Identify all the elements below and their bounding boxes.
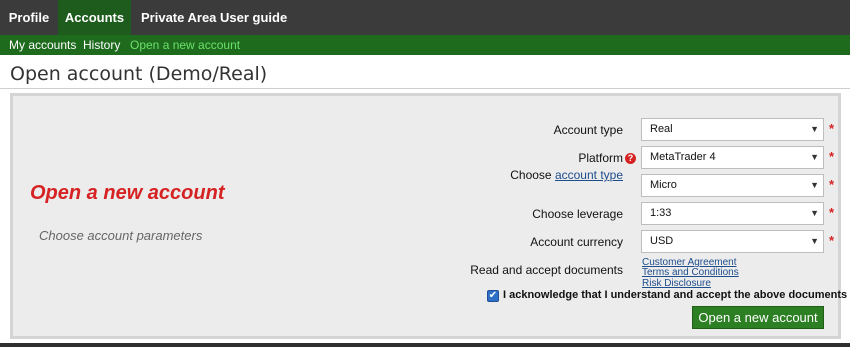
platform-label-text: Platform <box>578 151 623 165</box>
leverage-label: Choose leverage <box>532 207 623 221</box>
title-divider <box>0 88 850 89</box>
chevron-down-icon: ▼ <box>810 152 819 162</box>
currency-select[interactable]: USD ▼ <box>641 230 824 253</box>
subnav-open-account[interactable]: Open a new account <box>130 35 240 55</box>
tab-user-guide[interactable]: Private Area User guide <box>141 0 287 35</box>
help-icon[interactable]: ? <box>625 153 636 165</box>
platform-value: MetaTrader 4 <box>650 151 716 163</box>
account-type-select[interactable]: Real ▼ <box>641 118 824 141</box>
open-account-button[interactable]: Open a new account <box>692 306 824 329</box>
documents-label: Read and accept documents <box>470 263 623 277</box>
required-mark: * <box>829 121 835 136</box>
chevron-down-icon: ▼ <box>810 236 819 246</box>
leverage-select[interactable]: 1:33 ▼ <box>641 202 824 225</box>
account-type-link[interactable]: account type <box>555 168 623 182</box>
choose-account-type-label: Choose account type <box>510 168 623 182</box>
bottom-border <box>0 343 850 347</box>
currency-value: USD <box>650 235 674 247</box>
risk-disclosure-link[interactable]: Risk Disclosure <box>642 278 711 289</box>
chevron-down-icon: ▼ <box>810 124 819 134</box>
page-title: Open account (Demo/Real) <box>10 63 268 85</box>
required-mark: * <box>829 149 835 164</box>
chevron-down-icon: ▼ <box>810 208 819 218</box>
tab-accounts[interactable]: Accounts <box>58 0 131 35</box>
top-nav: Profile Accounts Private Area User guide <box>0 0 850 35</box>
subnav-my-accounts[interactable]: My accounts <box>9 35 76 55</box>
required-mark: * <box>829 233 835 248</box>
currency-label: Account currency <box>530 235 623 249</box>
account-type-label: Account type <box>553 123 623 137</box>
chevron-down-icon: ▼ <box>810 180 819 190</box>
required-mark: * <box>829 177 835 192</box>
terms-link[interactable]: Terms and Conditions <box>642 267 739 278</box>
acknowledge-checkbox[interactable]: ✔ <box>487 290 499 302</box>
leverage-value: 1:33 <box>650 207 672 219</box>
checkmark-icon: ✔ <box>488 290 498 301</box>
tab-profile[interactable]: Profile <box>0 0 58 35</box>
acknowledge-label: I acknowledge that I understand and acce… <box>503 289 848 301</box>
account-subtype-select[interactable]: Micro ▼ <box>641 174 824 197</box>
account-type-value: Real <box>650 123 673 135</box>
sub-nav: My accounts History Open a new account <box>0 35 850 55</box>
platform-select[interactable]: MetaTrader 4 ▼ <box>641 146 824 169</box>
choose-prefix: Choose <box>510 168 552 182</box>
account-subtype-value: Micro <box>650 179 677 191</box>
required-mark: * <box>829 205 835 220</box>
promo-title: Open a new account <box>30 182 225 204</box>
promo-subtitle: Choose account parameters <box>39 228 203 243</box>
subnav-history[interactable]: History <box>83 35 120 55</box>
platform-label: Platform? <box>578 151 636 165</box>
